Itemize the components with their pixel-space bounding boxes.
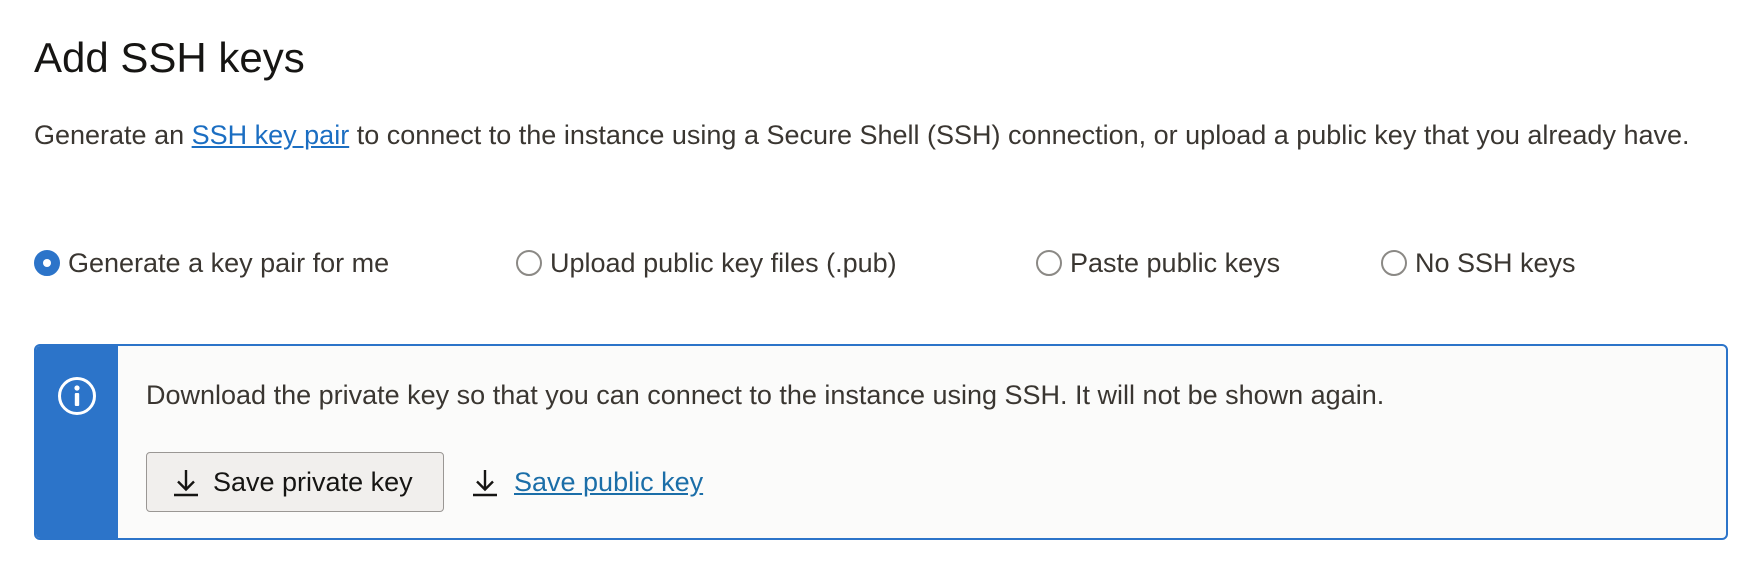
save-public-key-link[interactable]: Save public key xyxy=(472,454,703,510)
radio-option-generate[interactable]: Generate a key pair for me xyxy=(34,245,389,281)
radio-button-upload[interactable] xyxy=(516,250,542,276)
save-private-key-label: Save private key xyxy=(213,466,413,497)
section-title: Add SSH keys xyxy=(34,34,305,81)
radio-option-none[interactable]: No SSH keys xyxy=(1381,245,1576,281)
radio-label-generate: Generate a key pair for me xyxy=(68,248,390,278)
info-notice: Download the private key so that you can… xyxy=(34,344,1728,540)
save-public-key-label: Save public key xyxy=(514,466,704,497)
description-prefix: Generate an xyxy=(34,120,192,150)
add-ssh-keys-panel: Add SSH keys Generate an SSH key pair to… xyxy=(0,0,1758,576)
save-private-key-button[interactable]: Save private key xyxy=(146,452,444,512)
radio-label-paste: Paste public keys xyxy=(1070,248,1281,278)
radio-button-paste[interactable] xyxy=(1036,250,1062,276)
ssh-key-option-group: Generate a key pair for me Upload public… xyxy=(34,245,1734,281)
radio-button-none[interactable] xyxy=(1381,250,1407,276)
radio-label-none: No SSH keys xyxy=(1415,248,1576,278)
radio-label-upload: Upload public key files (.pub) xyxy=(550,248,897,278)
notice-message: Download the private key so that you can… xyxy=(146,380,1385,410)
download-icon xyxy=(473,470,497,497)
radio-option-paste[interactable]: Paste public keys xyxy=(1036,245,1280,281)
radio-button-generate[interactable] xyxy=(34,250,60,276)
info-icon xyxy=(58,377,96,415)
download-icon xyxy=(174,470,198,497)
radio-option-upload[interactable]: Upload public key files (.pub) xyxy=(516,245,897,281)
section-description: Generate an SSH key pair to connect to t… xyxy=(34,118,1714,152)
notice-stripe xyxy=(36,346,118,538)
ssh-key-pair-link[interactable]: SSH key pair xyxy=(192,120,350,150)
description-suffix: to connect to the instance using a Secur… xyxy=(349,120,1690,150)
